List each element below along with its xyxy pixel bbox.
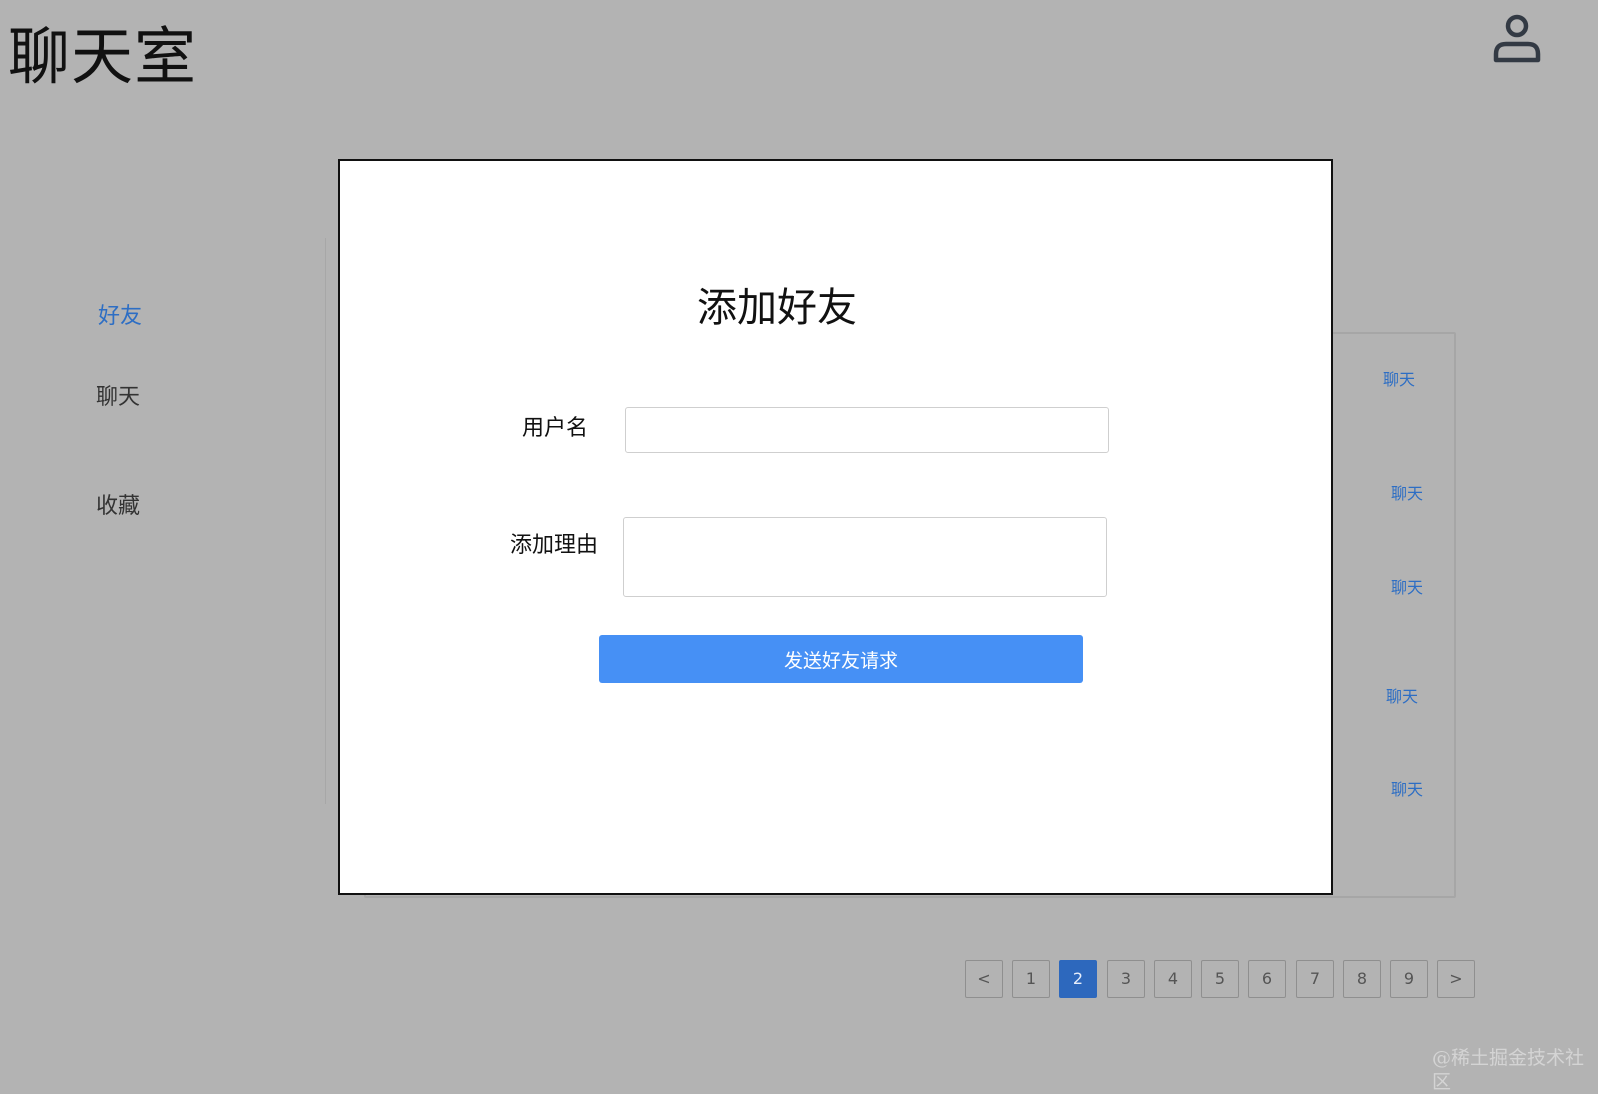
add-friend-modal: 添加好友 用户名 添加理由 发送好友请求	[338, 159, 1333, 895]
send-friend-request-button[interactable]: 发送好友请求	[599, 635, 1083, 683]
friend-chat-link[interactable]: 聊天	[1386, 686, 1418, 708]
modal-title: 添加好友	[697, 285, 857, 331]
friend-chat-link[interactable]: 聊天	[1391, 779, 1423, 801]
pagination-page-button[interactable]: 4	[1154, 960, 1192, 998]
pagination-page-button[interactable]: 6	[1248, 960, 1286, 998]
sidebar-item-favorites[interactable]: 收藏	[96, 492, 140, 522]
pagination-page-button[interactable]: 3	[1107, 960, 1145, 998]
pagination-page-button[interactable]: 5	[1201, 960, 1239, 998]
pagination-page-button[interactable]: 1	[1012, 960, 1050, 998]
watermark: @稀土掘金技术社区	[1432, 1047, 1585, 1093]
pagination-page-button[interactable]: 7	[1296, 960, 1334, 998]
username-input[interactable]	[625, 407, 1109, 453]
friend-chat-link[interactable]: 聊天	[1391, 483, 1423, 505]
pagination-next-button[interactable]: >	[1437, 960, 1475, 998]
pagination-page-button-current[interactable]: 2	[1059, 960, 1097, 998]
pagination-prev-button[interactable]: <	[965, 960, 1003, 998]
sidebar-item-chat[interactable]: 聊天	[96, 383, 140, 413]
sidebar-divider	[325, 238, 326, 804]
user-icon[interactable]	[1492, 14, 1542, 64]
pagination-page-button[interactable]: 8	[1343, 960, 1381, 998]
username-label: 用户名	[522, 416, 589, 441]
reason-textarea[interactable]	[623, 517, 1107, 597]
sidebar-item-friends[interactable]: 好友	[98, 302, 142, 332]
pagination-page-button[interactable]: 9	[1390, 960, 1428, 998]
app-title: 聊天室	[8, 20, 198, 93]
reason-label: 添加理由	[510, 533, 599, 558]
friend-chat-link[interactable]: 聊天	[1383, 369, 1415, 391]
friend-chat-link[interactable]: 聊天	[1391, 577, 1423, 599]
